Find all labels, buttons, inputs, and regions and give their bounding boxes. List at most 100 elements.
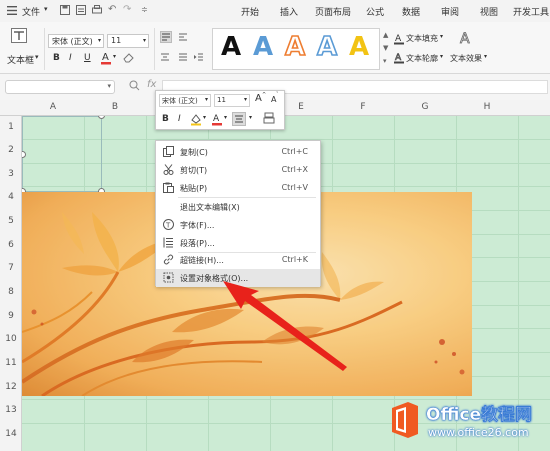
text-fill-icon[interactable]: A — [394, 33, 404, 45]
indent-icon[interactable] — [194, 52, 206, 64]
chevron-down-icon: ▾ — [97, 37, 101, 44]
tab-home[interactable]: 开始 — [241, 5, 259, 18]
font-size-select[interactable]: 11 ▾ — [107, 34, 149, 48]
mini-align-icon[interactable] — [232, 112, 246, 126]
paragraph-icon — [163, 237, 174, 248]
menu-item-copy[interactable]: 复制(C) Ctrl+C — [156, 143, 320, 161]
tab-view[interactable]: 视图 — [480, 5, 498, 18]
column-label[interactable]: F — [332, 102, 394, 112]
wordart-gold[interactable]: A — [349, 32, 369, 62]
chevron-down-icon[interactable]: ▾ — [203, 114, 206, 121]
italic-button[interactable]: I — [69, 53, 72, 63]
tab-developer[interactable]: 开发工具 — [513, 5, 549, 18]
undo-icon[interactable]: ↶ — [108, 4, 116, 15]
chevron-down-icon[interactable]: ▾ — [244, 96, 247, 103]
tab-formulas[interactable]: 公式 — [366, 5, 384, 18]
name-box[interactable]: ▾ — [5, 80, 115, 94]
row-label[interactable]: 10 — [0, 334, 22, 344]
column-label[interactable]: H — [456, 102, 518, 112]
align-left-icon[interactable] — [178, 32, 190, 44]
row-label[interactable]: 12 — [0, 382, 22, 392]
menu-item-paste[interactable]: 粘贴(P) Ctrl+V — [156, 179, 320, 197]
save-icon[interactable] — [60, 5, 70, 15]
chevron-down-icon: ▾ — [440, 53, 444, 60]
row-label[interactable]: 2 — [0, 145, 22, 155]
text-fill-button[interactable]: 文本填充 — [406, 33, 438, 44]
column-label[interactable]: A — [22, 102, 84, 112]
menu-item-font[interactable]: T 字体(F)... — [156, 216, 320, 234]
gallery-scroll-down-icon[interactable]: ▼ — [383, 44, 388, 52]
fx-icon[interactable]: fx — [147, 79, 156, 90]
underline-button[interactable]: U — [84, 53, 91, 63]
chevron-down-icon[interactable]: ▾ — [113, 53, 116, 60]
row-label[interactable]: 5 — [0, 216, 22, 226]
watermark-url: www.office26.com — [428, 426, 529, 439]
menu-item-exit-text-edit[interactable]: 退出文本编辑(X) — [156, 198, 320, 216]
row-label[interactable]: 7 — [0, 263, 22, 273]
mini-bold-button[interactable]: B — [162, 114, 169, 124]
redo-icon[interactable]: ↷ — [123, 4, 131, 15]
row-label[interactable]: 3 — [0, 169, 22, 179]
column-label[interactable]: B — [84, 102, 146, 112]
shrink-caret-icon: ˇ — [276, 92, 279, 98]
mini-font-color-icon[interactable]: A — [212, 112, 222, 126]
textbox-button[interactable]: 文本框 — [7, 53, 34, 66]
menu-item-label: 复制(C) — [180, 148, 208, 157]
tab-insert[interactable]: 插入 — [280, 5, 298, 18]
align-center-icon[interactable] — [160, 52, 172, 64]
fill-color-icon[interactable] — [190, 112, 202, 126]
grow-font-icon[interactable]: A — [255, 93, 262, 104]
wordart-orange-outline[interactable]: A — [284, 31, 306, 63]
text-outline-button[interactable]: 文本轮廓 — [406, 53, 438, 64]
wordart-black[interactable]: A — [221, 32, 241, 62]
row-label[interactable]: 11 — [0, 358, 22, 368]
row-label[interactable]: 4 — [0, 192, 22, 202]
textbox-icon[interactable] — [11, 28, 27, 43]
gallery-scroll-up-icon[interactable]: ▲ — [383, 31, 388, 39]
mini-font-name-select[interactable]: 宋体 (正文) — [159, 94, 211, 107]
font-name-select[interactable]: 宋体 (正文) ▾ — [48, 34, 104, 48]
align-middle-icon[interactable] — [178, 52, 190, 64]
hamburger-icon[interactable] — [7, 6, 17, 15]
row-label[interactable]: 6 — [0, 240, 22, 250]
row-label[interactable]: 1 — [0, 122, 22, 132]
wordart-blue[interactable]: A — [253, 32, 273, 62]
chevron-down-icon: ▾ — [142, 37, 146, 44]
menu-item-hyperlink[interactable]: 超链接(H)... Ctrl+K — [156, 251, 320, 269]
print-preview-icon[interactable] — [76, 5, 86, 15]
mini-italic-button[interactable]: I — [178, 114, 181, 124]
format-painter-icon[interactable] — [263, 112, 275, 125]
mini-font-name-value: 宋体 (正文) — [162, 97, 198, 105]
bold-button[interactable]: B — [53, 53, 60, 63]
row-label[interactable]: 9 — [0, 311, 22, 321]
chevron-down-icon: ▾ — [440, 33, 444, 40]
menu-item-cut[interactable]: 剪切(T) Ctrl+X — [156, 161, 320, 179]
chevron-down-icon[interactable]: ▾ — [205, 96, 208, 103]
scissors-icon — [163, 164, 174, 175]
zoom-icon[interactable] — [129, 80, 140, 91]
font-color-icon[interactable]: A — [101, 51, 111, 65]
align-top-icon[interactable] — [160, 31, 172, 43]
row-label[interactable]: 14 — [0, 429, 22, 439]
chevron-down-icon: ▾ — [484, 53, 488, 60]
wordart-blue-outline[interactable]: A — [316, 31, 338, 63]
tab-data[interactable]: 数据 — [402, 5, 420, 18]
eraser-icon[interactable] — [123, 52, 134, 63]
selected-textbox[interactable] — [22, 116, 102, 192]
row-label[interactable]: 13 — [0, 405, 22, 415]
resize-handle[interactable] — [98, 116, 105, 119]
customize-icon[interactable]: ≑ — [141, 5, 148, 14]
menu-item-paragraph[interactable]: 段落(P)... — [156, 234, 320, 252]
print-icon[interactable] — [92, 5, 102, 15]
file-menu[interactable]: 文件 — [22, 5, 40, 18]
chevron-down-icon[interactable]: ▾ — [224, 114, 227, 121]
tab-page-layout[interactable]: 页面布局 — [315, 5, 351, 18]
gallery-expand-icon[interactable]: ▾ — [383, 57, 387, 65]
text-effect-icon[interactable]: A — [459, 30, 473, 48]
column-label[interactable]: G — [394, 102, 456, 112]
row-label[interactable]: 8 — [0, 287, 22, 297]
text-outline-icon[interactable]: A — [394, 52, 404, 64]
chevron-down-icon[interactable]: ▾ — [249, 114, 252, 121]
text-effect-button[interactable]: 文本效果 — [450, 53, 482, 64]
tab-review[interactable]: 审阅 — [441, 5, 459, 18]
